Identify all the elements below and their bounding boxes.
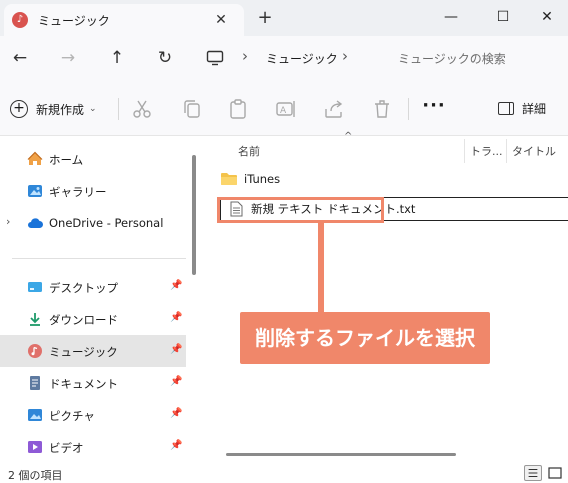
sidebar-item-downloads[interactable]: ダウンロード 📌 — [0, 303, 186, 335]
column-header-track[interactable]: トラ... — [470, 143, 503, 159]
sidebar-item-onedrive[interactable]: › OneDrive - Personal — [0, 207, 186, 239]
callout-pointer — [318, 223, 324, 314]
home-icon — [27, 151, 43, 165]
pin-icon[interactable]: 📌 — [170, 408, 182, 419]
sidebar-item-label: ギャラリー — [49, 185, 107, 199]
sidebar-item-label: ミュージック — [49, 345, 118, 359]
tab-title: ミュージック — [38, 14, 110, 28]
sidebar-item-label: ホーム — [49, 153, 84, 167]
selection-highlight-box — [217, 197, 384, 223]
maximize-button[interactable]: ☐ — [480, 0, 526, 34]
sidebar-item-home[interactable]: ホーム — [0, 143, 186, 175]
copy-icon[interactable] — [180, 97, 204, 121]
music-icon — [28, 344, 42, 358]
details-label: 詳細 — [522, 102, 547, 116]
address-bar: ← → ↑ ↻ › ミュージック › ミュージックの検索 — [0, 36, 568, 82]
command-bar: + 新規作成 ⌄ A ··· 詳細 — [0, 82, 568, 136]
sidebar-item-desktop[interactable]: デスクトップ 📌 — [0, 271, 186, 303]
delete-icon[interactable] — [370, 97, 394, 121]
navigation-pane: ホーム ギャラリー › OneDrive - Personal デスクトップ 📌… — [0, 137, 204, 463]
column-divider[interactable] — [464, 139, 465, 163]
details-pane-icon — [498, 102, 514, 115]
tiles-view-icon[interactable] — [546, 465, 564, 481]
close-window-button[interactable]: ✕ — [524, 0, 568, 34]
column-header-name[interactable]: 名前 — [238, 143, 260, 159]
breadcrumb-separator: › — [242, 47, 248, 65]
forward-button[interactable]: → — [54, 44, 82, 72]
divider — [12, 258, 186, 259]
sidebar-item-label: ドキュメント — [49, 377, 118, 391]
sidebar-item-music[interactable]: ミュージック 📌 — [0, 335, 186, 367]
column-divider[interactable] — [506, 139, 507, 163]
sidebar-item-videos[interactable]: ビデオ 📌 — [0, 431, 186, 463]
search-input[interactable]: ミュージックの検索 — [398, 50, 506, 67]
svg-text:A: A — [280, 106, 287, 116]
documents-icon — [30, 376, 40, 390]
pin-icon[interactable]: 📌 — [170, 280, 182, 291]
close-tab-button[interactable]: ✕ — [210, 9, 232, 31]
sidebar-item-label: ダウンロード — [49, 313, 118, 327]
onedrive-icon — [28, 218, 43, 228]
share-icon[interactable] — [322, 97, 346, 121]
status-bar: 2 個の項目 — [0, 463, 568, 483]
pin-icon[interactable]: 📌 — [170, 344, 182, 355]
new-button-label: 新規作成 — [36, 102, 85, 117]
sidebar-item-label: OneDrive - Personal — [49, 216, 164, 230]
back-button[interactable]: ← — [6, 44, 34, 72]
music-icon: ♪ — [12, 12, 28, 28]
refresh-button[interactable]: ↻ — [151, 44, 179, 72]
more-options-button[interactable]: ··· — [422, 97, 446, 121]
download-icon — [30, 313, 40, 326]
sidebar-item-label: デスクトップ — [49, 281, 118, 295]
file-list-pane: ^ 名前 トラ... タイトル iTunes 新規 テキスト ドキュメント.tx… — [206, 131, 568, 463]
horizontal-scrollbar[interactable] — [226, 453, 456, 456]
sidebar-item-gallery[interactable]: ギャラリー — [0, 175, 186, 207]
divider — [408, 98, 409, 120]
new-button[interactable]: + 新規作成 ⌄ — [10, 96, 97, 122]
sidebar-item-label: ピクチャ — [49, 409, 95, 423]
details-view-icon[interactable] — [524, 465, 542, 481]
divider — [118, 98, 119, 120]
breadcrumb-separator[interactable]: › — [342, 47, 348, 65]
this-pc-icon[interactable] — [206, 49, 224, 67]
pin-icon[interactable]: 📌 — [170, 376, 182, 387]
pictures-icon — [28, 409, 42, 421]
sidebar-scrollbar[interactable] — [192, 155, 196, 275]
column-header-title[interactable]: タイトル — [512, 143, 556, 159]
gallery-icon — [28, 185, 42, 197]
breadcrumb-music[interactable]: ミュージック — [266, 50, 338, 67]
title-bar: ♪ ミュージック ✕ + — ☐ ✕ — [0, 0, 568, 36]
sidebar-item-documents[interactable]: ドキュメント 📌 — [0, 367, 186, 399]
cut-icon[interactable] — [130, 97, 154, 121]
file-name: iTunes — [244, 172, 281, 186]
videos-icon — [28, 441, 42, 453]
new-tab-button[interactable]: + — [254, 7, 276, 29]
item-count: 2 個の項目 — [8, 469, 63, 482]
callout-label: 削除するファイルを選択 — [240, 312, 490, 364]
up-button[interactable]: ↑ — [103, 44, 131, 72]
sidebar-item-label: ビデオ — [49, 441, 84, 455]
chevron-down-icon: ⌄ — [89, 104, 97, 114]
pin-icon[interactable]: 📌 — [170, 312, 182, 323]
minimize-button[interactable]: — — [428, 0, 474, 34]
sidebar-item-pictures[interactable]: ピクチャ 📌 — [0, 399, 186, 431]
desktop-icon — [28, 282, 42, 292]
folder-icon — [221, 173, 237, 185]
plus-icon: + — [10, 100, 28, 118]
sort-indicator-icon: ^ — [344, 131, 353, 142]
paste-icon[interactable] — [226, 97, 250, 121]
rename-icon[interactable]: A — [274, 97, 298, 121]
details-button[interactable]: 詳細 — [498, 100, 546, 117]
file-row-itunes[interactable]: iTunes — [220, 167, 280, 191]
tab-music[interactable]: ♪ ミュージック ✕ — [4, 4, 244, 36]
pin-icon[interactable]: 📌 — [170, 440, 182, 451]
chevron-right-icon[interactable]: › — [6, 215, 10, 228]
